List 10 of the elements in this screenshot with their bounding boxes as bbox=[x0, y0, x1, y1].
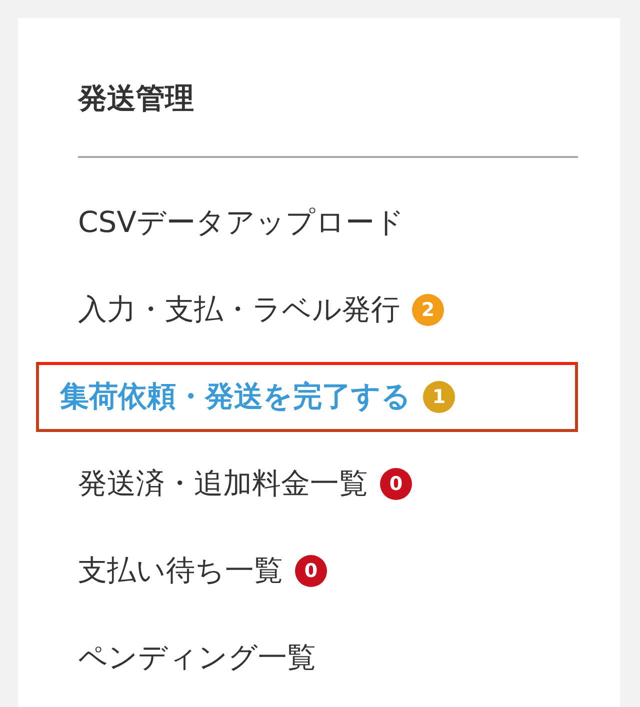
count-badge: 1 bbox=[423, 381, 455, 413]
menu-item[interactable]: 発送済・追加料金一覧 0 bbox=[36, 449, 578, 519]
count-badge: 0 bbox=[295, 555, 327, 587]
menu-item[interactable]: 入力・支払・ラベル発行 2 bbox=[36, 275, 578, 345]
menu-item[interactable]: CSVデータアップロード bbox=[36, 188, 578, 258]
menu-item[interactable]: ペンディング一覧 bbox=[36, 623, 578, 693]
count-badge: 2 bbox=[412, 294, 444, 326]
menu-item[interactable]: 支払い待ち一覧 0 bbox=[36, 536, 578, 606]
count-badge: 0 bbox=[380, 468, 412, 500]
panel-title: 発送管理 bbox=[78, 80, 195, 116]
